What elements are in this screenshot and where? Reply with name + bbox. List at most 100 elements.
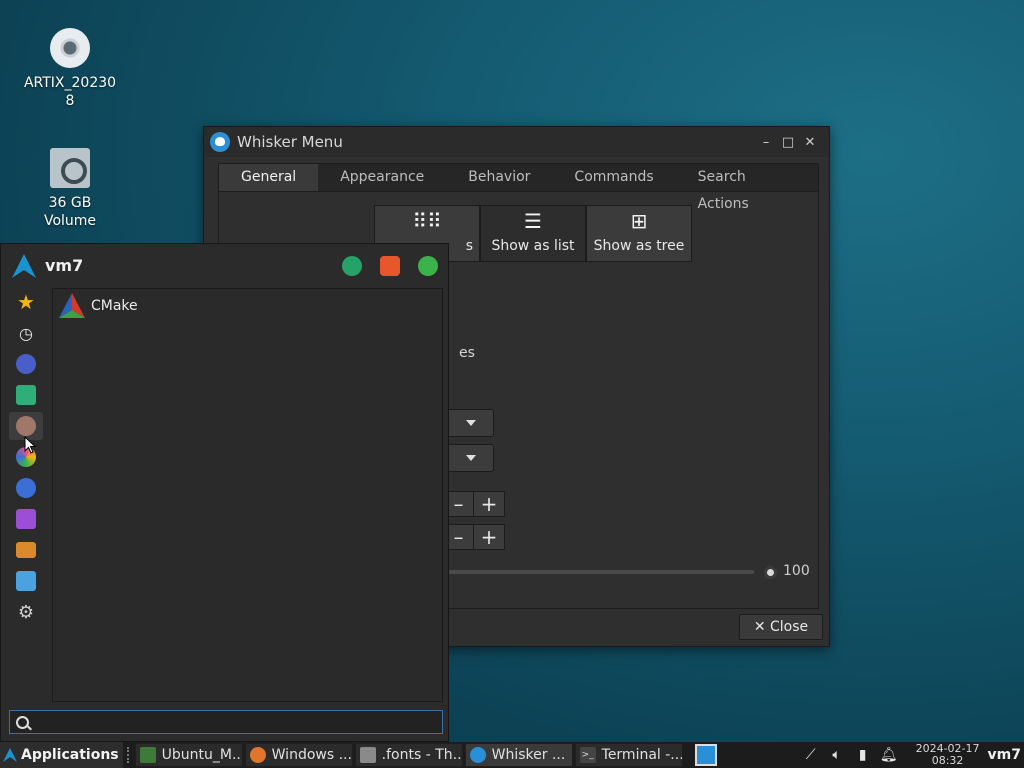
tab-appearance[interactable]: Appearance [318,164,446,191]
category-office[interactable] [9,536,43,564]
category-system[interactable] [9,567,43,595]
menu-header: vm7 [1,244,448,287]
option-label-partial: es [459,345,475,361]
artix-logo-icon [12,253,36,278]
taskbar-username[interactable]: vm7 [988,747,1021,763]
battery-icon[interactable]: ▮ [853,745,873,765]
show-as-list-button[interactable]: ☰ Show as list [480,205,586,262]
whisker-menu: vm7 ★ ◷ ⚙ CMake [0,243,449,742]
taskbar-task[interactable]: .fonts - Th... [354,743,463,767]
application-list: CMake [52,288,443,702]
task-label: Windows ... [271,747,352,763]
office-icon [16,542,36,558]
applications-menu-button[interactable]: Applications [0,742,123,768]
category-internet[interactable] [9,474,43,502]
desktop-icon-artix[interactable]: ARTIX_20230 8 [20,28,120,110]
taskbar-task[interactable]: Whisker ... [464,743,573,767]
view-mode-label: Show as list [491,238,575,254]
clock[interactable]: 2024-02-17 08:32 [916,743,980,767]
whisker-icon [210,132,230,152]
category-multimedia[interactable] [9,505,43,533]
folder-icon [359,747,376,763]
applications-label: Applications [21,747,119,763]
development-icon [16,416,36,436]
tab-behavior[interactable]: Behavior [446,164,552,191]
list-icon: ☰ [524,209,542,233]
tab-general[interactable]: General [219,164,319,191]
window-close-button[interactable]: ✕ [799,135,821,150]
category-recently-used[interactable]: ◷ [9,319,43,347]
task-label: Terminal -... [601,747,683,763]
maximize-button[interactable]: □ [777,135,799,150]
search-icon [16,715,29,729]
spin-control: – + [443,524,505,550]
accessories-icon [16,385,36,405]
terminal-icon: >_ [579,747,596,763]
taskbar-task[interactable]: Ubuntu_M... [134,743,243,767]
combo-dropdown[interactable] [448,409,494,437]
app-label: CMake [91,298,138,314]
taskbar: Applications Ubuntu_M... Windows ... .fo… [0,742,1024,768]
volume-icon[interactable]: 🔈︎ [827,745,847,765]
desktop-icon-volume[interactable]: 36 GB Volume [20,148,120,230]
drive-icon [50,148,90,188]
multimedia-icon [16,509,36,529]
desktop-icon-label: ARTIX_20230 8 [23,75,117,109]
show-as-tree-button[interactable]: ⊞ Show as tree [586,205,692,262]
desktop-icon-label: 36 GB Volume [43,195,97,229]
tab-commands[interactable]: Commands [552,164,675,191]
combo-dropdown[interactable] [448,444,494,472]
increment-button[interactable]: + [474,491,505,517]
star-icon: ★ [17,290,35,314]
tree-icon: ⊞ [630,209,648,233]
taskbar-task[interactable]: Windows ... [244,743,353,767]
username: vm7 [45,256,84,275]
task-label: Ubuntu_M... [161,747,243,763]
lock-screen-icon[interactable] [380,255,400,276]
search-input[interactable] [37,714,442,730]
spin-control: – + [443,491,505,517]
tab-search-actions[interactable]: Search Actions [676,164,818,212]
category-list: ★ ◷ ⚙ [9,288,45,629]
mouse-cursor-icon [24,436,36,454]
opacity-slider-handle[interactable] [764,566,777,579]
logout-icon[interactable] [418,255,438,276]
workspace-switcher[interactable] [694,744,717,766]
grid-icon: ⠿⠿ [412,209,442,233]
task-label: .fonts - Th... [381,747,463,763]
category-accessories[interactable] [9,381,43,409]
search-box[interactable] [9,710,443,734]
increment-button[interactable]: + [474,524,505,550]
optical-disc-icon [50,28,90,68]
taskbar-separator [126,747,133,763]
opacity-slider-track[interactable] [436,570,754,574]
list-item[interactable]: CMake [53,289,442,323]
taskbar-task[interactable]: >_ Terminal -... [574,743,683,767]
view-mode-label: Show as tree [593,238,685,254]
minimize-button[interactable]: – [755,135,777,150]
firefox-icon [249,747,266,763]
artix-logo-icon [3,748,17,762]
category-settings[interactable]: ⚙ [9,598,43,626]
cmake-icon [59,293,85,318]
system-tray: ⟋ 🔈︎ ▮ 🔔︎ [798,742,902,768]
category-all-applications[interactable] [9,350,43,378]
clock-icon: ◷ [19,323,33,343]
network-icon[interactable]: ⟋ [801,745,821,765]
virtualbox-icon [139,747,156,763]
window-titlebar[interactable]: Whisker Menu – □ ✕ [204,127,829,157]
internet-icon [16,478,36,498]
notification-bell-icon[interactable]: 🔔︎ [879,745,899,765]
gear-icon: ⚙ [17,601,35,623]
task-label: Whisker ... [491,747,566,763]
close-button[interactable]: ✕ Close [739,614,823,640]
clock-time: 08:32 [931,754,964,767]
window-title: Whisker Menu [237,133,343,151]
system-icon [16,571,36,591]
whisker-icon [469,747,486,763]
opacity-slider-value: 100 [783,563,810,579]
all-apps-icon [16,354,36,374]
tab-bar: General Appearance Behavior Commands Sea… [218,163,819,212]
category-favorites[interactable]: ★ [9,288,43,316]
settings-icon[interactable] [342,255,362,276]
